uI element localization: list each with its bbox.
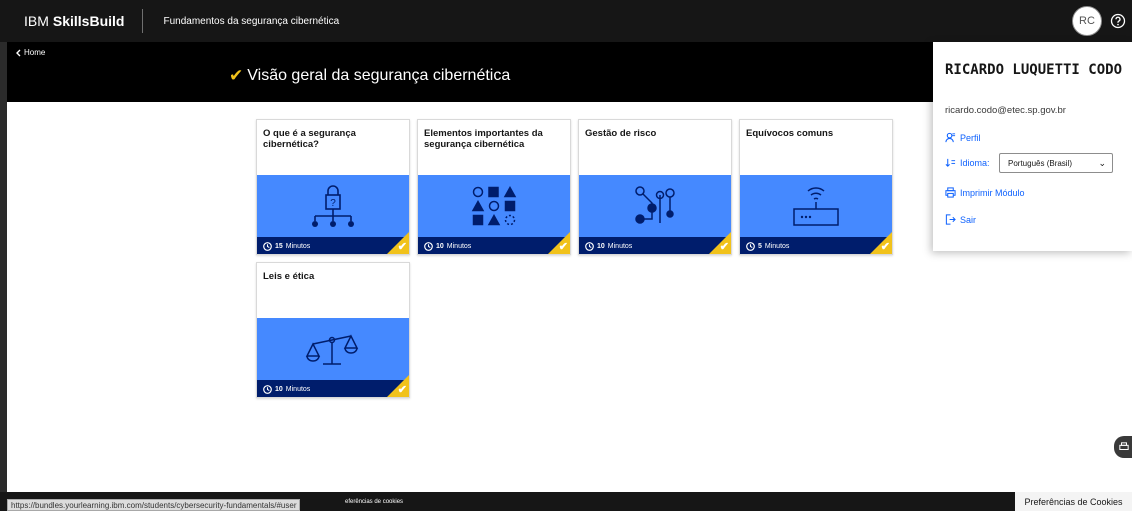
logout-label: Sair <box>960 214 977 225</box>
logout-icon <box>945 214 956 225</box>
help-icon <box>1110 13 1126 29</box>
avatar[interactable]: RC <box>1072 6 1102 36</box>
profile-email: ricardo.codo@etec.sp.gov.br <box>945 105 1066 116</box>
completed-check-icon: ✔ <box>880 241 890 253</box>
printer-icon <box>1119 442 1129 450</box>
completed-check-icon: ✔ <box>558 241 568 253</box>
lesson-card[interactable]: O que é a segurança cibernética? ? 15 Mi… <box>256 119 410 255</box>
completed-check-icon: ✔ <box>397 384 407 396</box>
language-label-text: Idioma: <box>960 157 990 168</box>
card-title: O que é a segurança cibernética? <box>263 128 356 150</box>
card-title: Leis e ética <box>263 271 315 282</box>
duration-unit: Minutos <box>285 243 311 250</box>
completed-check-icon: ✔ <box>397 241 407 253</box>
print-module-link[interactable]: Imprimir Módulo <box>945 187 1025 198</box>
duration-unit: Minutos <box>607 243 633 250</box>
clock-icon <box>263 385 272 394</box>
card-illustration: ? <box>257 175 409 237</box>
cookie-preferences-button[interactable]: Preferências de Cookies <box>1015 492 1132 511</box>
brand-ibm: IBM <box>24 13 49 29</box>
home-label: Home <box>24 48 46 57</box>
brand-skillsbuild: SkillsBuild <box>52 13 125 29</box>
profile-link[interactable]: Perfil <box>945 132 981 143</box>
module-title-text: Visão geral da segurança cibernética <box>247 67 511 84</box>
chevron-down-icon: ⌄ <box>1098 158 1106 168</box>
print-module-label: Imprimir Módulo <box>960 187 1025 198</box>
clock-icon <box>746 242 755 251</box>
svg-text:?: ? <box>330 198 336 209</box>
checkmark-icon: ✔ <box>229 66 244 85</box>
profile-panel: RICARDO LUQUETTI CODO ricardo.codo@etec.… <box>933 42 1132 251</box>
balance-scale-icon <box>305 334 359 365</box>
profile-name: RICARDO LUQUETTI CODO <box>945 62 1123 78</box>
language-label: Idioma: <box>945 157 990 168</box>
language-select[interactable]: Português (Brasil) ⌄ <box>999 153 1113 173</box>
language-select-value: Português (Brasil) <box>1008 158 1073 168</box>
chevron-left-icon <box>16 49 21 56</box>
card-title: Elementos importantes da segurança ciber… <box>424 128 543 150</box>
card-illustration <box>579 175 731 237</box>
footer-cookies-link[interactable]: eferências de cookies <box>345 499 403 505</box>
logout-link[interactable]: Sair <box>945 214 976 225</box>
home-link[interactable]: Home <box>15 48 45 57</box>
lock-network-icon: ? <box>312 185 354 227</box>
help-button[interactable] <box>1104 0 1132 42</box>
card-title: Gestão de risco <box>585 128 657 139</box>
card-title: Equívocos comuns <box>746 128 834 139</box>
course-title: Fundamentos da segurança cibernética <box>163 15 340 27</box>
circuit-nodes-icon <box>635 186 675 224</box>
shapes-grid-icon <box>471 185 517 226</box>
duration-number: 5 <box>758 243 762 250</box>
user-icon <box>945 132 956 143</box>
floating-print-button[interactable] <box>1114 436 1132 458</box>
duration-unit: Minutos <box>285 386 311 393</box>
lesson-card[interactable]: Equívocos comuns 5 Minutos ✔ <box>739 119 893 255</box>
completed-check-icon: ✔ <box>719 241 729 253</box>
card-illustration <box>257 318 409 380</box>
language-sort-icon <box>945 158 956 167</box>
clock-icon <box>424 242 433 251</box>
clock-icon <box>263 242 272 251</box>
lesson-card[interactable]: Leis e ética 10 Minutos ✔ <box>256 262 410 398</box>
duration-number: 10 <box>436 243 444 250</box>
status-url: https://bundles.yourlearning.ibm.com/stu… <box>7 499 301 511</box>
lesson-card[interactable]: Gestão de risco 10 Minutos ✔ <box>578 119 732 255</box>
brand-logo[interactable]: IBM SkillsBuild <box>24 13 124 29</box>
printer-icon <box>945 187 956 198</box>
header-divider <box>142 9 144 33</box>
duration-number: 15 <box>275 243 283 250</box>
card-illustration <box>740 175 892 237</box>
duration-unit: Minutos <box>446 243 472 250</box>
module-title: ✔ Visão geral da segurança cibernética <box>229 66 510 86</box>
card-illustration <box>418 175 570 237</box>
duration-number: 10 <box>597 243 605 250</box>
lesson-card[interactable]: Elementos importantes da segurança ciber… <box>417 119 571 255</box>
clock-icon <box>585 242 594 251</box>
wifi-router-icon <box>793 187 839 226</box>
duration-unit: Minutos <box>764 243 790 250</box>
top-navigation-bar: IBM SkillsBuild Fundamentos da segurança… <box>0 0 1132 42</box>
profile-link-label: Perfil <box>960 132 981 143</box>
duration-number: 10 <box>275 386 283 393</box>
